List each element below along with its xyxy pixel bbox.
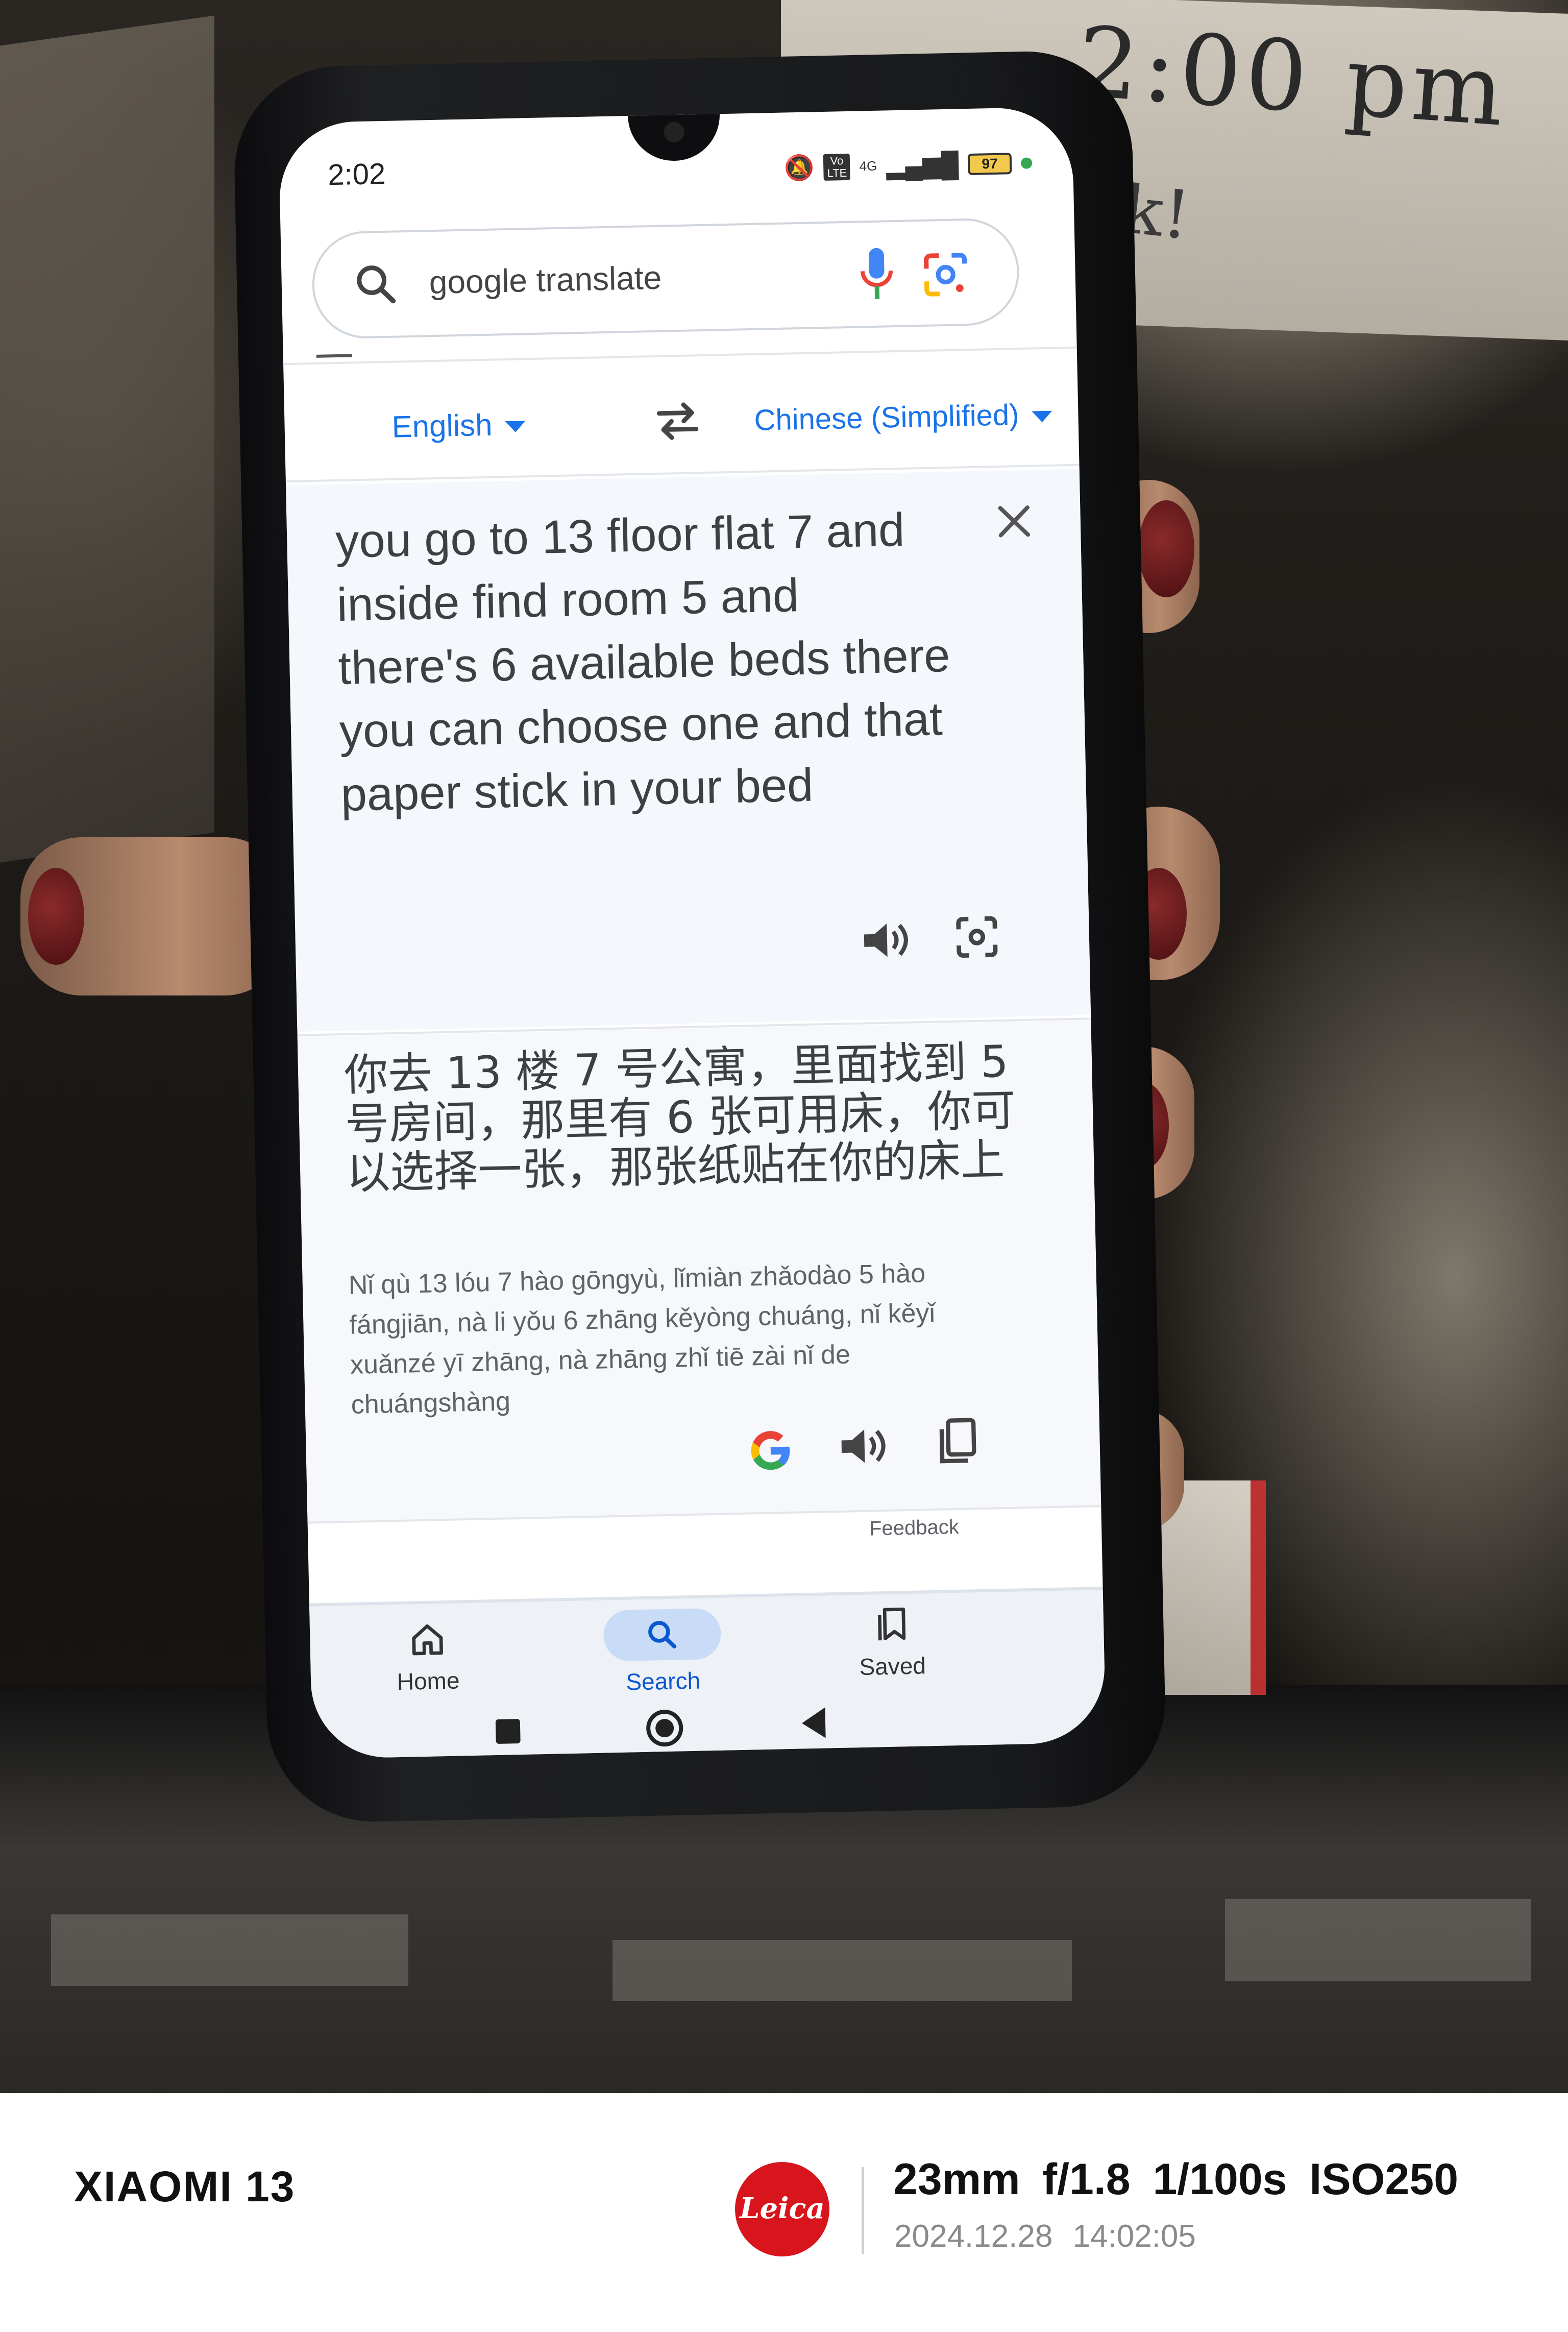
chevron-down-icon [505, 421, 526, 433]
nav-home-label: Home [397, 1667, 460, 1695]
home-button[interactable] [646, 1709, 683, 1747]
speaker-icon[interactable] [859, 917, 911, 964]
feedback-link[interactable]: Feedback [869, 1516, 960, 1541]
speaker-icon[interactable] [837, 1423, 889, 1470]
search-query[interactable]: google translate [429, 259, 662, 302]
nav-search-pill [603, 1608, 722, 1662]
leica-logo: Leica [735, 2162, 829, 2256]
capture-datetime: 2024.12.28 14:02:05 [894, 2219, 1196, 2254]
privacy-indicator [1020, 157, 1033, 169]
phone-screen: 2:02 🔕 Vo LTE 4G ▂▄▆█ 97 google translat… [278, 106, 1106, 1759]
front-camera [664, 122, 685, 143]
back-button[interactable] [801, 1707, 826, 1739]
left-fingernail [28, 868, 84, 965]
microphone-icon[interactable] [858, 245, 895, 302]
network-type: 4G [859, 158, 877, 174]
chevron-down-icon [1032, 410, 1052, 423]
camera-watermark-bar: XIAOMI 13 Leica 23mm f/1.8 1/100s ISO250… [0, 2093, 1568, 2332]
nav-search-label: Search [625, 1667, 701, 1695]
battery-icon: 97 [967, 152, 1012, 175]
copy-icon[interactable] [934, 1416, 981, 1468]
signal-icon: ▂▄▆█ [886, 151, 959, 180]
nav-search[interactable]: Search [595, 1608, 729, 1696]
exif-info: 23mm f/1.8 1/100s ISO250 [893, 2155, 1459, 2204]
target-language-label: Chinese (Simplified) [753, 398, 1020, 437]
google-lens-icon[interactable] [920, 249, 972, 301]
home-icon [412, 1624, 443, 1656]
source-text-input[interactable]: you go to 13 floor flat 7 and inside fin… [335, 497, 954, 827]
divider [283, 346, 1077, 366]
source-language-label: English [391, 407, 493, 444]
camera-translate-icon[interactable] [951, 912, 1003, 962]
search-icon [357, 265, 396, 304]
status-bar: 2:02 🔕 Vo LTE 4G ▂▄▆█ 97 [279, 142, 1074, 205]
source-text-panel: you go to 13 floor flat 7 and inside fin… [286, 469, 1091, 1032]
pinyin-text: Nǐ qù 13 lóu 7 hào gōngyù, lǐmiàn zhǎodà… [348, 1258, 936, 1420]
nav-home[interactable]: Home [360, 1613, 495, 1696]
target-language-select[interactable]: Chinese (Simplified) [754, 397, 1052, 438]
source-language-select[interactable]: English [391, 406, 526, 444]
swap-languages-icon[interactable] [652, 400, 704, 442]
watermark-divider [862, 2167, 864, 2254]
nav-saved[interactable]: Saved [825, 1603, 959, 1681]
google-g-icon[interactable] [745, 1425, 797, 1477]
nav-saved-label: Saved [859, 1652, 926, 1681]
mute-icon: 🔕 [783, 154, 815, 182]
volte-icon: Vo LTE [823, 153, 851, 181]
right-fingernail-1 [1138, 500, 1194, 597]
saved-collections-icon [877, 1607, 906, 1641]
status-icons: 🔕 Vo LTE 4G ▂▄▆█ 97 [783, 148, 1033, 182]
leica-logo-text: Leica [740, 2192, 825, 2225]
close-icon[interactable] [993, 500, 1035, 542]
search-bar[interactable]: google translate [311, 217, 1020, 339]
translation-panel: 你去 13 楼 7 号公寓，里面找到 5 号房间，那里有 6 张可用床，你可以选… [297, 1020, 1101, 1522]
wall-poster [0, 15, 214, 863]
recents-button[interactable] [495, 1719, 521, 1744]
scroll-indicator [316, 354, 352, 358]
search-icon [648, 1621, 677, 1649]
translated-text: 你去 13 楼 7 号公寓，里面找到 5 号房间，那里有 6 张可用床，你可以选… [344, 1036, 1016, 1199]
device-name: XIAOMI 13 [74, 2163, 296, 2210]
status-time: 2:02 [327, 157, 386, 192]
language-selector-row: English Chinese (Simplified) [284, 382, 1079, 460]
